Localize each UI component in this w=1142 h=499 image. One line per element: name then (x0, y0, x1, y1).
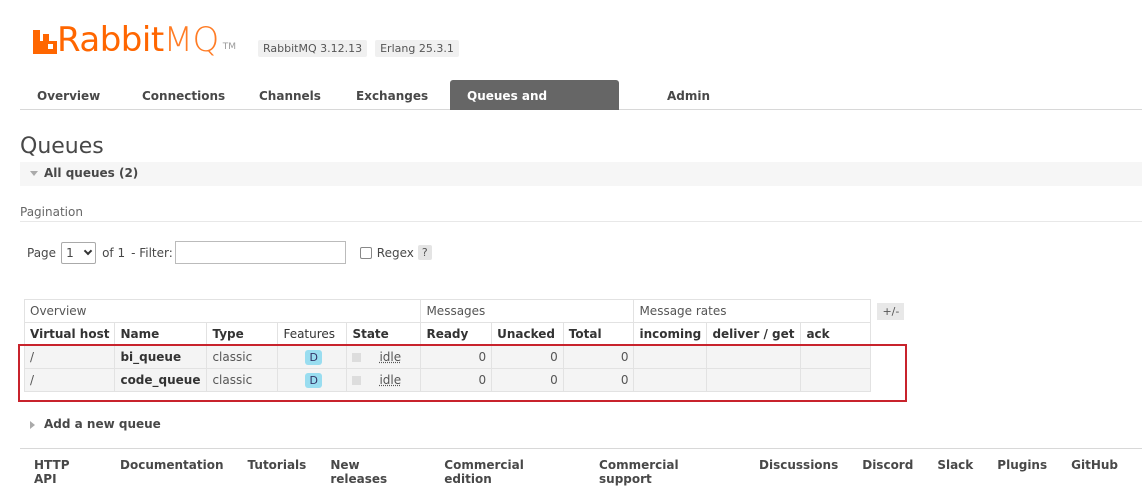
divider (20, 221, 1142, 222)
regex-checkbox[interactable] (359, 246, 372, 259)
rabbitmq-logo-icon (33, 30, 57, 54)
col-unacked[interactable]: Unacked (491, 322, 564, 346)
col-total[interactable]: Total (562, 322, 635, 346)
filter-label: - Filter: (131, 245, 173, 260)
tab-channels[interactable]: Channels (242, 80, 338, 110)
collapse-icon (30, 171, 38, 176)
add-queue-label: Add a new queue (44, 417, 161, 431)
footer-link-http-api[interactable]: HTTP API (34, 458, 96, 486)
tab-admin[interactable]: Admin (650, 80, 727, 110)
rabbitmq-logo[interactable]: RabbitMQ TM (33, 20, 236, 60)
expand-icon (30, 420, 35, 429)
footer-divider (20, 448, 1142, 449)
all-queues-section[interactable]: All queues (2) (20, 162, 1142, 186)
tab-overview[interactable]: Overview (20, 80, 117, 110)
rabbitmq-version: RabbitMQ 3.12.13 (258, 40, 368, 57)
tab-connections[interactable]: Connections (125, 80, 242, 110)
filter-input[interactable] (174, 241, 346, 264)
trademark: TM (222, 42, 237, 52)
col-incoming[interactable]: incoming (633, 322, 708, 346)
group-messages: Messages (420, 299, 635, 323)
col-ready[interactable]: Ready (420, 322, 493, 346)
col-deliver-get[interactable]: deliver / get (706, 322, 802, 346)
pagination-heading: Pagination (20, 205, 83, 219)
all-queues-toggle[interactable]: All queues (2) (30, 166, 138, 180)
col-state[interactable]: State (346, 322, 422, 346)
col-features[interactable]: Features (277, 322, 348, 346)
page-of-label: of 1 (102, 245, 126, 260)
page-select-value: 1 (66, 245, 74, 260)
footer-link-discord[interactable]: Discord (862, 458, 913, 486)
regex-help-button[interactable]: ? (417, 245, 432, 260)
col-type[interactable]: Type (206, 322, 279, 346)
col-name[interactable]: Name (114, 322, 208, 346)
footer-link-commercial-support[interactable]: Commercial support (599, 458, 735, 486)
footer-link-slack[interactable]: Slack (937, 458, 973, 486)
all-queues-label: All queues (2) (44, 166, 139, 180)
erlang-version: Erlang 25.3.1 (375, 40, 459, 57)
logo-wordmark: RabbitMQ (57, 20, 219, 60)
columns-toggle-button[interactable]: +/- (877, 303, 905, 320)
footer-link-new-releases[interactable]: New releases (330, 458, 420, 486)
regex-label: Regex (376, 245, 414, 260)
footer-link-documentation[interactable]: Documentation (120, 458, 224, 486)
page-title: Queues (20, 134, 104, 159)
footer-links: HTTP API Documentation Tutorials New rel… (34, 458, 1142, 486)
footer-link-tutorials[interactable]: Tutorials (248, 458, 307, 486)
add-queue-toggle[interactable]: Add a new queue (30, 417, 161, 431)
columns-toggle-cell: +/- (871, 300, 910, 323)
group-message-rates: Message rates (633, 299, 872, 323)
page-select[interactable]: 1 (61, 241, 97, 264)
version-info: RabbitMQ 3.12.13 Erlang 25.3.1 (258, 40, 459, 57)
page-label: Page (27, 245, 57, 260)
table-group-header: Overview Messages Message rates +/- (23, 299, 910, 323)
tab-queues-and-streams[interactable]: Queues and Streams (450, 80, 619, 135)
table-column-header: Virtual host Name Type Features State Re… (23, 322, 910, 346)
tab-exchanges[interactable]: Exchanges (339, 80, 445, 110)
footer-link-plugins[interactable]: Plugins (997, 458, 1047, 486)
col-virtual-host[interactable]: Virtual host (23, 322, 116, 346)
main-nav: Overview Connections Channels Exchanges … (20, 80, 1142, 135)
footer-link-github[interactable]: GitHub (1071, 458, 1118, 486)
footer-link-discussions[interactable]: Discussions (759, 458, 838, 486)
pager: Page 1 of 1 - Filter: Regex ? (27, 241, 432, 264)
highlight-box (18, 344, 907, 402)
chevron-down-icon (83, 246, 93, 255)
col-ack[interactable]: ack (800, 322, 872, 346)
group-overview: Overview (23, 299, 422, 323)
footer-link-commercial-edition[interactable]: Commercial edition (444, 458, 575, 486)
